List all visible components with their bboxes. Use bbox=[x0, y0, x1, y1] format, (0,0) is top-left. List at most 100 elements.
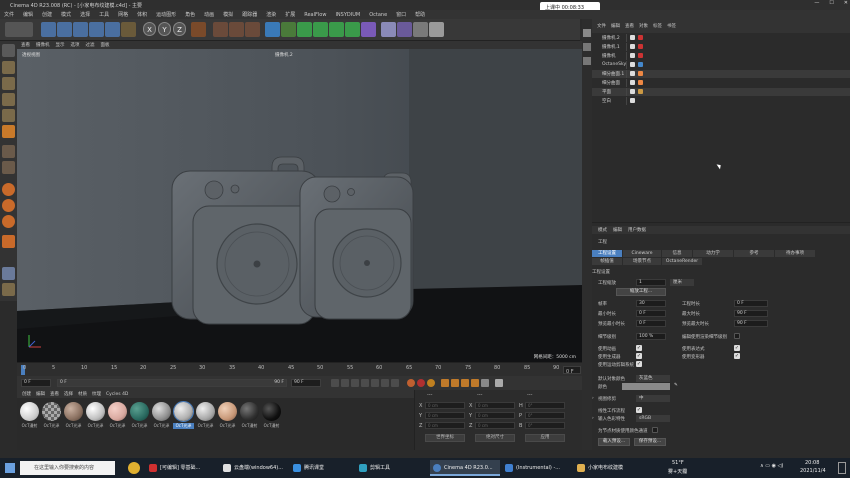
visibility-tag-icon[interactable] bbox=[630, 44, 635, 49]
current-frame-field[interactable]: 0 F bbox=[563, 366, 581, 375]
pos-y-field[interactable]: 0 cm bbox=[425, 412, 465, 419]
taskbar-app[interactable]: Cinema 4D R23.0... bbox=[430, 460, 500, 476]
attribute-menu-item[interactable]: 编辑 bbox=[613, 227, 622, 233]
rotate-icon[interactable] bbox=[89, 22, 104, 37]
object-row[interactable]: 空白 bbox=[592, 97, 850, 105]
workplane-icon[interactable] bbox=[2, 199, 15, 212]
menu-item[interactable]: INSYDIUM bbox=[335, 12, 360, 18]
material-swatch[interactable]: OcT光泽 bbox=[41, 402, 62, 429]
floor-icon[interactable] bbox=[381, 22, 396, 37]
autokey-icon[interactable] bbox=[417, 379, 425, 387]
object-row[interactable]: 细分曲面.1 bbox=[592, 70, 850, 78]
texture-mode-icon[interactable] bbox=[2, 61, 15, 74]
axis-mode-icon[interactable] bbox=[2, 145, 15, 158]
size-z-field[interactable]: 0 cm bbox=[475, 422, 515, 429]
recent-tool-icon[interactable] bbox=[105, 22, 120, 37]
object-row[interactable]: 摄像机.1 bbox=[592, 43, 850, 51]
menu-item[interactable]: 文件 bbox=[4, 11, 14, 18]
object-row[interactable]: 细分曲面 bbox=[592, 79, 850, 87]
cube-icon[interactable] bbox=[265, 22, 280, 37]
cloner-icon[interactable] bbox=[329, 22, 344, 37]
attribute-menu-item[interactable]: 模式 bbox=[598, 227, 607, 233]
viewport-menu-item[interactable]: 摄像机 bbox=[36, 42, 50, 48]
attribute-menu-item[interactable]: 用户数据 bbox=[628, 227, 646, 233]
minimize-button[interactable]: — bbox=[814, 0, 819, 10]
menu-item[interactable]: 模拟 bbox=[223, 11, 233, 18]
lod-field[interactable]: 100 % bbox=[636, 333, 666, 340]
tab-cineware[interactable]: Cineware bbox=[623, 250, 661, 257]
scale-project-button[interactable]: 缩放工程... bbox=[616, 288, 666, 296]
timeline-ruler[interactable]: 0 5 10 15 20 25 30 35 40 45 50 55 60 65 … bbox=[17, 362, 582, 376]
next-frame-icon[interactable] bbox=[371, 379, 379, 387]
camera-tag-icon[interactable] bbox=[638, 53, 643, 58]
expand-arrow-icon[interactable]: › bbox=[592, 396, 594, 401]
material-menu-item[interactable]: 材质 bbox=[78, 391, 87, 397]
material-swatch[interactable]: OcT光泽 bbox=[217, 402, 238, 429]
material-swatch[interactable]: OcT光泽 bbox=[195, 402, 216, 429]
edge-mode-icon[interactable] bbox=[2, 109, 15, 122]
preview-max-field[interactable]: 90 F bbox=[734, 320, 768, 327]
material-menu-item[interactable]: 选择 bbox=[64, 391, 73, 397]
object-menu-item[interactable]: 查看 bbox=[625, 23, 634, 29]
y-axis-icon[interactable]: Y bbox=[158, 22, 171, 36]
render-view-icon[interactable] bbox=[213, 22, 228, 37]
material-swatch[interactable]: OcT漫射 bbox=[261, 402, 282, 429]
rot-b-field[interactable]: 0° bbox=[525, 422, 565, 429]
prev-frame-icon[interactable] bbox=[351, 379, 359, 387]
menu-item[interactable]: 运动图形 bbox=[156, 11, 176, 18]
solo-icon[interactable] bbox=[2, 183, 15, 196]
taskbar-app[interactable]: 小家电布纹建模 bbox=[574, 460, 646, 476]
menu-item[interactable]: 模式 bbox=[61, 11, 71, 18]
tab-reference[interactable]: 参考 bbox=[734, 250, 774, 257]
goto-end-icon[interactable] bbox=[391, 379, 399, 387]
size-x-field[interactable]: 0 cm bbox=[475, 402, 515, 409]
tab-dynamics[interactable]: 动力学 bbox=[693, 250, 733, 257]
pos-x-field[interactable]: 0 cm bbox=[425, 402, 465, 409]
start-frame-field[interactable]: 0 F bbox=[21, 379, 51, 387]
eyedropper-icon[interactable]: ✎ bbox=[674, 383, 678, 388]
content-browser-icon[interactable] bbox=[583, 57, 591, 65]
tab-project-settings[interactable]: 工程设置 bbox=[592, 250, 622, 257]
object-menu-item[interactable]: 文件 bbox=[597, 23, 606, 29]
end-frame-field[interactable]: 90 F bbox=[291, 379, 321, 387]
object-menu-item[interactable]: 标签 bbox=[653, 23, 662, 29]
node-material-checkbox[interactable] bbox=[652, 427, 658, 433]
input-color-dropdown[interactable]: sRGB bbox=[636, 415, 670, 422]
viewport-menu-item[interactable]: 过滤 bbox=[86, 42, 95, 48]
use-deformer-checkbox[interactable]: ✓ bbox=[734, 353, 740, 359]
visibility-tag-icon[interactable] bbox=[630, 98, 635, 103]
x-axis-icon[interactable]: X bbox=[143, 22, 156, 36]
subdivision-icon[interactable] bbox=[297, 22, 312, 37]
material-tag-icon[interactable] bbox=[638, 80, 643, 85]
material-tag-icon[interactable] bbox=[638, 71, 643, 76]
min-time-field[interactable]: 0 F bbox=[636, 310, 666, 317]
z-axis-icon[interactable]: Z bbox=[173, 22, 186, 36]
stack-icon[interactable] bbox=[2, 283, 15, 296]
grid-icon[interactable] bbox=[2, 267, 15, 280]
weather-temp[interactable]: 51°F bbox=[672, 460, 684, 466]
point-mode-icon[interactable] bbox=[2, 93, 15, 106]
keyframe-selection-icon[interactable] bbox=[427, 379, 435, 387]
size-mode-dropdown[interactable]: 绝对尺寸 bbox=[475, 434, 515, 442]
coord-mode-dropdown[interactable]: 世界坐标 bbox=[425, 434, 465, 442]
model-mode-icon[interactable] bbox=[2, 77, 15, 90]
taskbar-app[interactable]: 剪辑工具 bbox=[356, 460, 426, 476]
material-swatch[interactable]: OcT光泽 bbox=[129, 402, 150, 429]
light-icon[interactable] bbox=[413, 22, 428, 37]
viewport-menu-item[interactable]: 查看 bbox=[21, 42, 30, 48]
render-settings-icon[interactable] bbox=[245, 22, 260, 37]
material-swatch[interactable]: OcT漫射 bbox=[19, 402, 40, 429]
rot-h-field[interactable]: 0° bbox=[525, 402, 565, 409]
taskbar-search[interactable]: 在这里输入你要搜索的内容 bbox=[20, 461, 115, 475]
prev-key-icon[interactable] bbox=[341, 379, 349, 387]
view-clip-dropdown[interactable]: 中 bbox=[636, 395, 670, 402]
rot-p-field[interactable]: 0° bbox=[525, 412, 565, 419]
takes-tab-icon[interactable] bbox=[583, 43, 591, 51]
menu-item[interactable]: 跟踪器 bbox=[242, 11, 257, 18]
lock-icon[interactable] bbox=[2, 215, 15, 228]
color-swatch[interactable] bbox=[622, 383, 670, 390]
load-preset-button[interactable]: 载入预设... bbox=[598, 438, 630, 446]
pla-key-icon[interactable] bbox=[481, 379, 489, 387]
close-button[interactable]: ✕ bbox=[844, 0, 848, 10]
taskbar-app[interactable]: 腾讯课堂 bbox=[290, 460, 352, 476]
